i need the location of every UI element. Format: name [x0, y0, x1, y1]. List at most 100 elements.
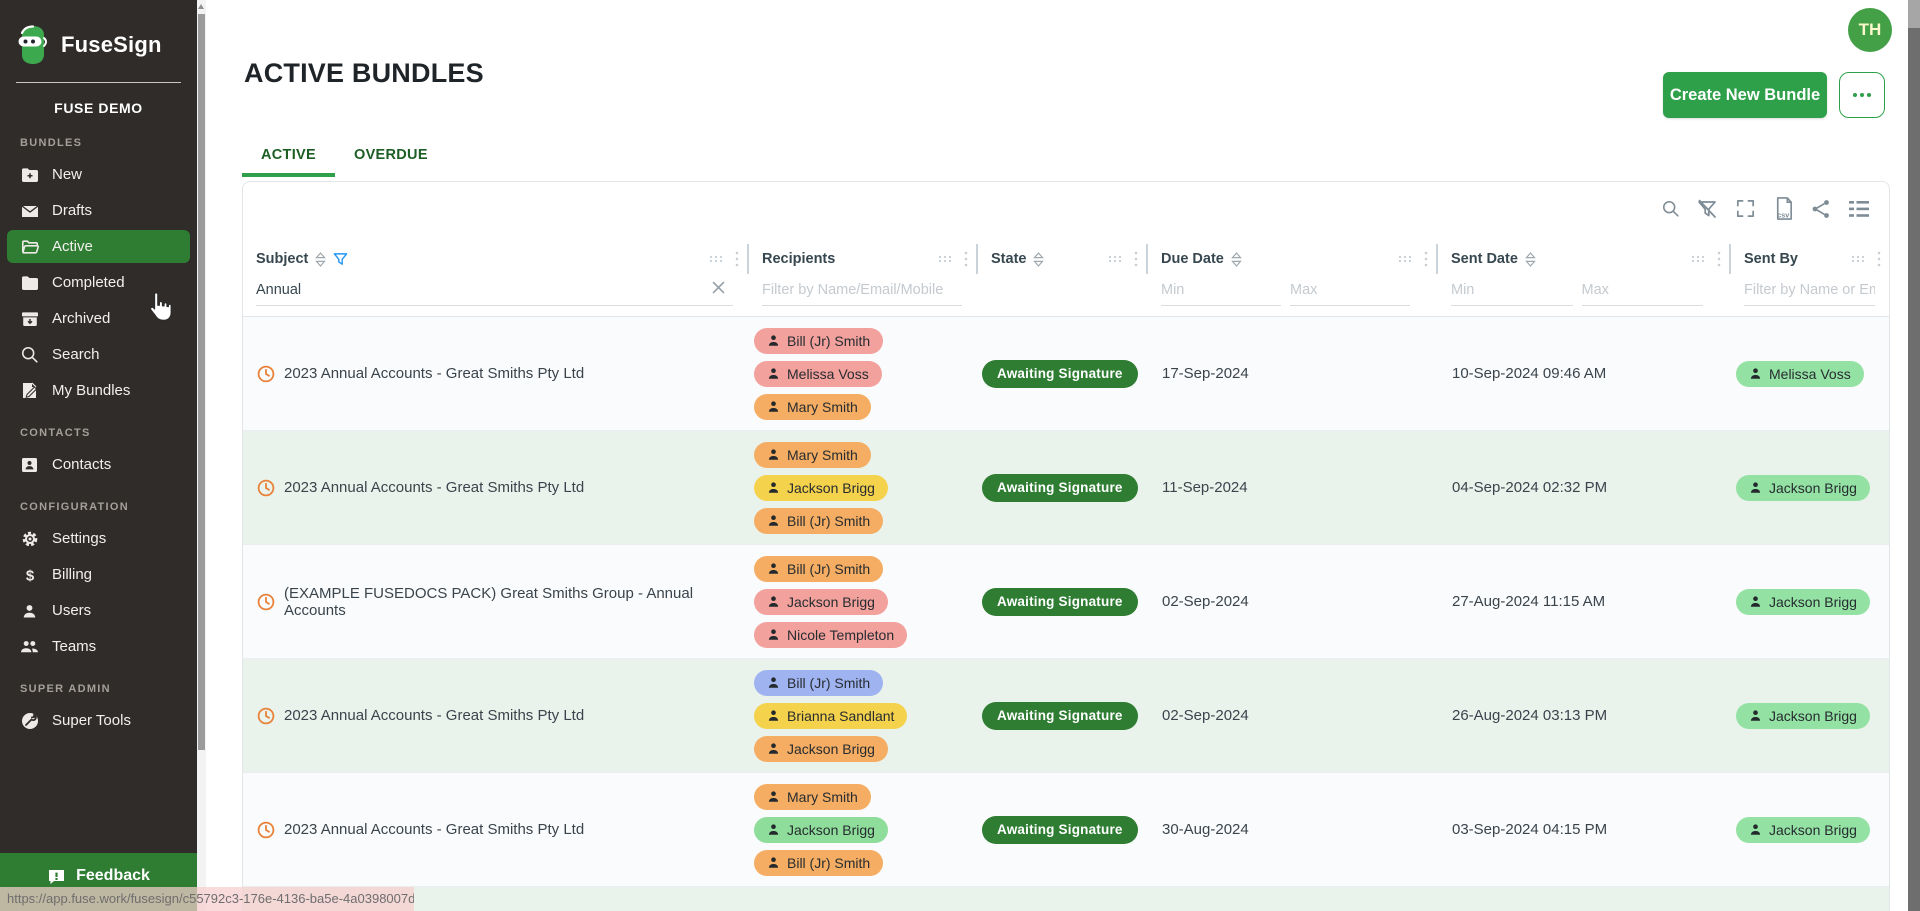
clock-icon [257, 479, 275, 497]
recipient-chip[interactable]: Bill (Jr) Smith [754, 850, 883, 876]
sidebar-item-label: Contacts [52, 456, 111, 473]
filter-input-recipients[interactable] [762, 280, 962, 306]
toolbar-fullscreen-icon-button[interactable] [1734, 197, 1757, 223]
filter-input-sent-by[interactable] [1744, 280, 1875, 306]
sent-by-chip[interactable]: Jackson Brigg [1736, 589, 1870, 615]
tab-active[interactable]: ACTIVE [242, 147, 335, 177]
recipient-chip[interactable]: Jackson Brigg [754, 817, 888, 843]
column-label: Sent Date [1451, 251, 1518, 267]
filter-funnel-icon [333, 252, 348, 267]
recipient-chip[interactable]: Mary Smith [754, 784, 871, 810]
sidebar-item-active[interactable]: Active [7, 230, 190, 263]
filter-min-due-date[interactable] [1161, 280, 1281, 306]
folder-icon [20, 275, 39, 291]
recipient-chip[interactable]: Bill (Jr) Smith [754, 670, 883, 696]
sent-date: 04-Sep-2024 02:32 PM [1438, 431, 1731, 544]
toolbar-search-icon-button[interactable] [1661, 199, 1680, 221]
column-header-sent-by[interactable]: Sent By [1731, 238, 1890, 280]
bundle-row[interactable]: 2023 Annual Accounts - Great Smiths Pty … [243, 773, 1889, 887]
bundle-row[interactable]: 2023 Annual Accounts - Great Smiths Pty … [243, 317, 1889, 431]
filter-min-sent-date[interactable] [1451, 280, 1573, 306]
clock-icon [257, 593, 275, 611]
column-header-state[interactable]: State [978, 238, 1148, 280]
filter-max-due-date[interactable] [1290, 280, 1410, 306]
sidebar-item-users[interactable]: Users [7, 594, 190, 627]
person-icon [767, 790, 780, 803]
column-header-sent-date[interactable]: Sent Date [1438, 238, 1731, 280]
archive-icon [20, 311, 39, 327]
clear-filter-button[interactable] [712, 281, 725, 297]
recipient-name: Jackson Brigg [787, 741, 875, 757]
drag-handle-icon [1398, 255, 1413, 263]
scrollbar-up-arrow[interactable] [198, 4, 204, 9]
sidebar-item-label: New [52, 166, 82, 183]
ellipsis-icon [1853, 93, 1857, 97]
recipient-chip[interactable]: Nicole Templeton [754, 622, 907, 648]
main-scrollbar-thumb[interactable] [1908, 28, 1920, 911]
tab-overdue[interactable]: OVERDUE [335, 147, 447, 177]
sidebar-scrollbar[interactable] [197, 0, 206, 911]
column-header-recipients[interactable]: Recipients [749, 238, 978, 280]
sent-by-chip[interactable]: Jackson Brigg [1736, 817, 1870, 843]
recipient-chip[interactable]: Mary Smith [754, 442, 871, 468]
recipient-chip[interactable]: Jackson Brigg [754, 589, 888, 615]
app-logo[interactable]: FuseSign [0, 0, 197, 66]
toolbar-column-list-icon-button[interactable] [1847, 199, 1871, 222]
toolbar-share-icon-button[interactable] [1810, 198, 1832, 223]
sidebar-item-new[interactable]: New [7, 158, 190, 191]
recipient-chip[interactable]: Bill (Jr) Smith [754, 508, 883, 534]
drag-handle-icon [709, 255, 724, 263]
person-icon [767, 628, 780, 641]
recipient-chip[interactable]: Jackson Brigg [754, 736, 888, 762]
recipient-name: Jackson Brigg [787, 480, 875, 496]
sidebar-item-billing[interactable]: $Billing [7, 558, 190, 591]
search-icon [20, 345, 39, 364]
sidebar-item-super-tools[interactable]: Super Tools [7, 704, 190, 737]
column-header-due-date[interactable]: Due Date [1148, 238, 1438, 280]
sidebar-item-contacts[interactable]: Contacts [7, 448, 190, 481]
recipient-chip[interactable]: Brianna Sandlant [754, 703, 907, 729]
clock-icon [257, 707, 275, 725]
main-scrollbar[interactable] [1908, 0, 1920, 911]
state-badge: Awaiting Signature [982, 702, 1138, 730]
sidebar-scrollbar-thumb[interactable] [198, 14, 205, 750]
recipient-chip[interactable]: Jackson Brigg [754, 475, 888, 501]
column-label: Sent By [1744, 251, 1798, 267]
sidebar-item-teams[interactable]: Teams [7, 630, 190, 663]
sidebar-item-label: Drafts [52, 202, 92, 219]
recipient-chip[interactable]: Melissa Voss [754, 361, 882, 387]
wrench-icon [20, 712, 39, 730]
bundle-row[interactable]: Mary Smith [243, 887, 1889, 911]
user-avatar[interactable]: TH [1848, 8, 1892, 52]
create-new-bundle-button[interactable]: Create New Bundle [1663, 72, 1827, 118]
sent-by-chip[interactable]: Melissa Voss [1736, 361, 1864, 387]
toolbar-filter-off-icon-button[interactable] [1695, 197, 1719, 224]
more-options-button[interactable] [1839, 72, 1885, 118]
column-header-subject[interactable]: Subject [243, 238, 749, 280]
toolbar-csv-export-icon-button[interactable]: csv [1772, 196, 1795, 224]
filter-max-sent-date[interactable] [1582, 280, 1704, 306]
filter-input-subject[interactable] [256, 280, 733, 306]
sidebar-item-archived[interactable]: Archived [7, 302, 190, 335]
due-date: 17-Sep-2024 [1148, 317, 1438, 430]
bundle-row[interactable]: (EXAMPLE FUSEDOCS PACK) Great Smiths Gro… [243, 545, 1889, 659]
recipient-name: Melissa Voss [787, 366, 869, 382]
svg-text:$: $ [25, 567, 34, 584]
sent-by-chip[interactable]: Jackson Brigg [1736, 703, 1870, 729]
recipient-chip[interactable]: Mary Smith [754, 394, 871, 420]
sidebar-item-completed[interactable]: Completed [7, 266, 190, 299]
search-icon [1661, 199, 1680, 218]
bundle-row[interactable]: 2023 Annual Accounts - Great Smiths Pty … [243, 659, 1889, 773]
sidebar-item-drafts[interactable]: Drafts [7, 194, 190, 227]
recipient-name: Brianna Sandlant [787, 708, 894, 724]
recipient-chip[interactable]: Bill (Jr) Smith [754, 556, 883, 582]
column-menu-icon [1134, 251, 1138, 267]
due-date: 02-Sep-2024 [1148, 659, 1438, 772]
state-badge: Awaiting Signature [982, 588, 1138, 616]
recipient-chip[interactable]: Bill (Jr) Smith [754, 328, 883, 354]
sidebar-item-settings[interactable]: Settings [7, 522, 190, 555]
bundle-row[interactable]: 2023 Annual Accounts - Great Smiths Pty … [243, 431, 1889, 545]
sidebar-item-search[interactable]: Search [7, 338, 190, 371]
sidebar-item-my-bundles[interactable]: My Bundles [7, 374, 190, 407]
sent-by-chip[interactable]: Jackson Brigg [1736, 475, 1870, 501]
